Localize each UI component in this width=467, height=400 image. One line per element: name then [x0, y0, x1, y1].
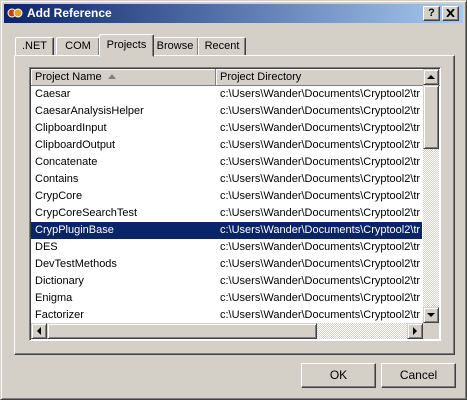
project-name: ClipboardInput — [35, 122, 107, 134]
arrow-up-icon — [427, 75, 435, 79]
project-directory: c:\Users\Wander\Documents\Cryptool2\tr — [220, 275, 421, 287]
project-name: CrypPluginBase — [35, 224, 114, 236]
project-name: CrypCore — [35, 190, 83, 202]
tab-browse[interactable]: Browse — [151, 37, 199, 56]
list-item[interactable]: Concatenate c:\Users\Wander\Documents\Cry… — [31, 154, 422, 171]
close-button[interactable] — [442, 6, 459, 21]
project-directory: c:\Users\Wander\Documents\Cryptool2\tr — [220, 88, 421, 100]
project-name: Factorizer — [35, 309, 84, 321]
list-item[interactable]: Contains c:\Users\Wander\Documents\Crypto… — [31, 171, 422, 188]
project-directory: c:\Users\Wander\Documents\Cryptool2\tr — [220, 105, 421, 117]
list-item[interactable]: CrypCoreSearchTest c:\Users\Wander\Docume… — [31, 205, 422, 222]
ok-button[interactable]: OK — [301, 363, 376, 388]
sort-ascending-icon — [107, 74, 116, 79]
help-button[interactable]: ? — [423, 6, 440, 21]
tab-projects[interactable]: Projects — [99, 34, 154, 57]
arrow-down-icon — [427, 313, 435, 317]
project-directory: c:\Users\Wander\Documents\Cryptool2\tr — [220, 292, 421, 304]
horizontal-scroll-thumb[interactable] — [47, 323, 317, 339]
project-directory: c:\Users\Wander\Documents\Cryptool2\tr — [220, 224, 421, 236]
project-name: DevTestMethods — [35, 258, 117, 270]
project-name: CaesarAnalysisHelper — [35, 105, 144, 117]
list-item[interactable]: DevTestMethods c:\Users\Wander\Documents\… — [31, 256, 422, 273]
project-name: ClipboardOutput — [35, 139, 116, 151]
project-name: CrypCoreSearchTest — [35, 207, 138, 219]
vertical-scroll-thumb[interactable] — [423, 85, 439, 149]
column-header-label: Project Name — [35, 71, 102, 83]
scroll-left-button[interactable] — [31, 323, 47, 339]
scroll-up-button[interactable] — [423, 69, 439, 85]
project-directory: c:\Users\Wander\Documents\Cryptool2\tr — [220, 122, 421, 134]
arrow-right-icon — [413, 327, 417, 335]
scroll-right-button[interactable] — [407, 323, 423, 339]
tab-com[interactable]: COM — [56, 37, 100, 56]
project-directory: c:\Users\Wander\Documents\Cryptool2\tr — [220, 241, 421, 253]
window-title: Add Reference — [27, 6, 112, 20]
project-directory: c:\Users\Wander\Documents\Cryptool2\tr — [220, 309, 421, 321]
vertical-scrollbar[interactable] — [423, 69, 439, 323]
list-item-selected[interactable]: CrypPluginBase c:\Users\Wander\Documents\… — [31, 222, 422, 239]
cancel-button[interactable]: Cancel — [381, 363, 456, 388]
column-header-project-directory[interactable]: Project Directory — [216, 69, 440, 86]
list-item[interactable]: Dictionary c:\Users\Wander\Documents\Cryp… — [31, 273, 422, 290]
app-icon — [7, 8, 23, 18]
scroll-down-button[interactable] — [423, 307, 439, 323]
list-item[interactable]: Caesar c:\Users\Wander\Documents\Cryptool… — [31, 86, 422, 103]
project-name: Enigma — [35, 292, 73, 304]
project-directory: c:\Users\Wander\Documents\Cryptool2\tr — [220, 173, 421, 185]
list-item[interactable]: CaesarAnalysisHelper c:\Users\Wander\Docu… — [31, 103, 422, 120]
list-item[interactable]: DES c:\Users\Wander\Documents\Cryptool2\t… — [31, 239, 422, 256]
column-header-label: Project Directory — [220, 71, 302, 83]
project-name: Concatenate — [35, 156, 98, 168]
list-item[interactable]: ClipboardInput c:\Users\Wander\Documents\… — [31, 120, 422, 137]
project-directory: c:\Users\Wander\Documents\Cryptool2\tr — [220, 207, 421, 219]
project-directory: c:\Users\Wander\Documents\Cryptool2\tr — [220, 139, 421, 151]
project-name: Dictionary — [35, 275, 84, 287]
column-header-project-name[interactable]: Project Name — [31, 69, 216, 86]
project-name: Contains — [35, 173, 79, 185]
project-directory: c:\Users\Wander\Documents\Cryptool2\tr — [220, 258, 421, 270]
scrollbar-corner — [423, 323, 439, 339]
title-bar[interactable]: Add Reference ? — [4, 4, 463, 23]
project-name: DES — [35, 241, 58, 253]
project-directory: c:\Users\Wander\Documents\Cryptool2\tr — [220, 190, 421, 202]
projects-list[interactable]: Project Name Project Directory Caesar c:\… — [29, 67, 441, 341]
add-reference-dialog: Add Reference ? .NET COM Projects Browse… — [0, 0, 467, 400]
list-item[interactable]: CrypCore c:\Users\Wander\Documents\Crypto… — [31, 188, 422, 205]
project-name: Caesar — [35, 88, 71, 100]
list-item[interactable]: ClipboardOutput c:\Users\Wander\Documents… — [31, 137, 422, 154]
project-directory: c:\Users\Wander\Documents\Cryptool2\tr — [220, 156, 421, 168]
close-icon — [446, 8, 455, 18]
list-item[interactable]: Factorizer c:\Users\Wander\Documents\Cryp… — [31, 307, 422, 324]
list-item[interactable]: Enigma c:\Users\Wander\Documents\Cryptool… — [31, 290, 422, 307]
horizontal-scrollbar[interactable] — [31, 323, 423, 339]
tab-net[interactable]: .NET — [15, 37, 54, 56]
arrow-left-icon — [37, 327, 41, 335]
tab-recent[interactable]: Recent — [198, 37, 246, 56]
